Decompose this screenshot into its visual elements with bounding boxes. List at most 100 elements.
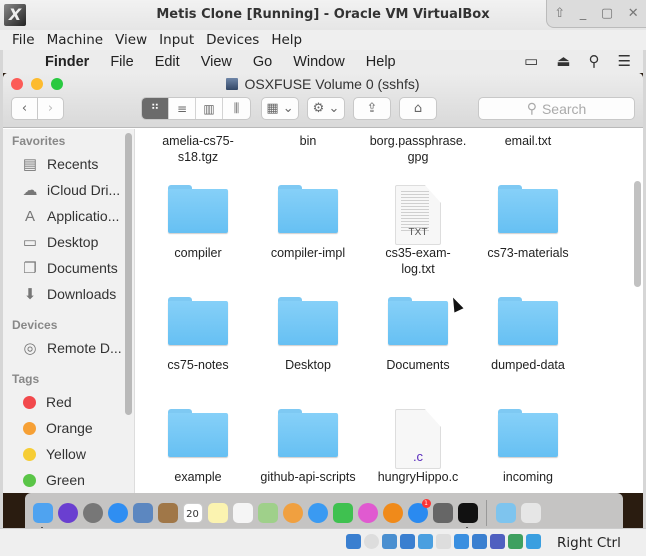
ibooks-dock-icon[interactable] (382, 503, 403, 523)
notification-list-icon[interactable]: ☰ (618, 52, 631, 70)
menu-edit[interactable]: Edit (155, 54, 180, 70)
calendar-dock-icon[interactable]: 20 (182, 503, 203, 523)
mac-menubar: Finder File Edit View Go Window Help ▭ ⏏… (3, 50, 643, 73)
file-item[interactable]: .c hungryHippo.c (363, 409, 473, 485)
menu-go[interactable]: Go (253, 54, 272, 70)
folder-item[interactable]: compiler-impl (253, 185, 363, 261)
folder-icon (278, 297, 338, 345)
file-item[interactable]: TXT cs35-exam-log.txt (363, 185, 473, 277)
trash-dock-icon[interactable] (520, 503, 541, 523)
menu-view[interactable]: View (115, 32, 147, 48)
app-store-dock-icon[interactable]: 1 (407, 499, 431, 523)
file-name: email.txt (504, 134, 552, 148)
photos-dock-icon[interactable] (282, 503, 303, 523)
menu-view[interactable]: View (201, 54, 232, 70)
sidebar-scrollbar[interactable] (125, 133, 132, 415)
menu-finder[interactable]: Finder (45, 54, 89, 70)
folder-icon (498, 297, 558, 345)
messages-dock-icon[interactable] (307, 503, 328, 523)
finder-dock-icon[interactable] (32, 503, 53, 528)
folder-icon (278, 409, 338, 457)
mouse-integration-icon[interactable] (526, 534, 541, 549)
maximize-icon[interactable]: ▢ (601, 6, 613, 21)
menu-window[interactable]: Window (293, 54, 345, 70)
recents-icon: ▤ (22, 156, 38, 173)
forward-button[interactable]: › (37, 97, 64, 120)
menu-file[interactable]: File (12, 32, 35, 48)
sidebar-item-applications[interactable]: A Applicatio... (20, 205, 119, 227)
sidebar-label: Red (46, 394, 72, 410)
folder-item[interactable]: Desktop (253, 297, 363, 373)
file-item[interactable]: email.txt (473, 73, 583, 149)
file-item[interactable]: amelia-cs75- s18.tgz (143, 73, 253, 165)
sidebar-item-documents[interactable]: ❐ Documents (20, 257, 118, 279)
applications-icon: A (24, 207, 35, 225)
sidebar-tag-green[interactable]: Green (20, 469, 85, 491)
folder-icon (498, 185, 558, 233)
maps-dock-icon[interactable] (257, 503, 278, 523)
notes-dock-icon[interactable] (207, 503, 228, 523)
sidebar-tag-yellow[interactable]: Yellow (20, 443, 86, 465)
terminal-dock-icon[interactable] (457, 503, 478, 528)
menu-help[interactable]: Help (271, 32, 302, 48)
minimize-icon[interactable]: _ (580, 6, 587, 21)
folder-item[interactable]: compiler (143, 185, 253, 261)
optical-drive-icon[interactable] (364, 534, 379, 549)
siri-dock-icon[interactable] (57, 503, 78, 523)
hard-disk-icon[interactable] (346, 534, 361, 549)
sidebar-label: Applicatio... (47, 208, 120, 224)
sidebar-item-remote-disc[interactable]: ◎ Remote D... (20, 337, 121, 359)
audio-icon[interactable] (382, 534, 397, 549)
folder-item[interactable]: dumped-data (473, 297, 583, 373)
shared-folder-icon[interactable] (436, 534, 451, 549)
file-item[interactable]: borg.passphrase. gpg (363, 73, 473, 165)
folder-item[interactable]: example (143, 409, 253, 485)
spotlight-icon[interactable]: ⚲ (589, 52, 600, 70)
cpu-activity-icon[interactable] (490, 534, 505, 549)
folder-item[interactable]: cs75-notes (143, 297, 253, 373)
airplay-displays-icon[interactable]: ▭ (524, 52, 538, 70)
status-icons (346, 534, 541, 549)
yellow-tag-icon (23, 447, 36, 461)
folder-item[interactable]: github-api-scripts (253, 409, 363, 485)
sidebar-item-downloads[interactable]: ⬇ Downloads (20, 283, 117, 305)
sidebar-item-recents[interactable]: ▤ Recents (20, 153, 98, 175)
close-icon[interactable]: ✕ (628, 6, 639, 21)
file-name: incoming (502, 470, 554, 484)
sidebar-tag-red[interactable]: Red (20, 391, 72, 413)
menu-input[interactable]: Input (159, 32, 194, 48)
contacts-dock-icon[interactable] (157, 503, 178, 523)
sidebar-tag-orange[interactable]: Orange (20, 417, 93, 439)
sidebar-item-desktop[interactable]: ▭ Desktop (20, 231, 98, 253)
video-capture-icon[interactable] (472, 534, 487, 549)
back-button[interactable]: ‹ (11, 97, 38, 120)
launchpad-dock-icon[interactable] (82, 503, 103, 523)
display-icon[interactable] (454, 534, 469, 549)
system-preferences-dock-icon[interactable] (432, 503, 453, 523)
file-name: compiler (174, 246, 222, 260)
mail-preview-dock-icon[interactable] (132, 503, 153, 523)
sidebar-item-icloud[interactable]: ☁ iCloud Dri... (20, 179, 121, 201)
guest-additions-icon[interactable] (508, 534, 523, 549)
file-name: example (174, 470, 222, 484)
content-scrollbar[interactable] (634, 181, 641, 287)
file-name-line2: log.txt (401, 262, 435, 276)
menu-machine[interactable]: Machine (47, 32, 104, 48)
file-item[interactable]: bin (253, 73, 363, 149)
folder-icon (498, 409, 558, 457)
sidebar-label: Downloads (47, 286, 117, 302)
menu-devices[interactable]: Devices (206, 32, 259, 48)
reminders-dock-icon[interactable] (232, 503, 253, 523)
downloads-stack-dock-icon[interactable] (495, 503, 516, 523)
pin-icon[interactable]: ⇧ (554, 6, 565, 21)
menu-help[interactable]: Help (366, 54, 396, 70)
menu-file[interactable]: File (110, 54, 133, 70)
safari-dock-icon[interactable] (107, 503, 128, 523)
eject-icon[interactable]: ⏏ (556, 52, 570, 70)
folder-item[interactable]: incoming (473, 409, 583, 485)
itunes-dock-icon[interactable] (357, 503, 378, 523)
folder-item[interactable]: cs73-materials (473, 185, 583, 261)
usb-icon[interactable] (418, 534, 433, 549)
network-icon[interactable] (400, 534, 415, 549)
facetime-dock-icon[interactable] (332, 503, 353, 523)
